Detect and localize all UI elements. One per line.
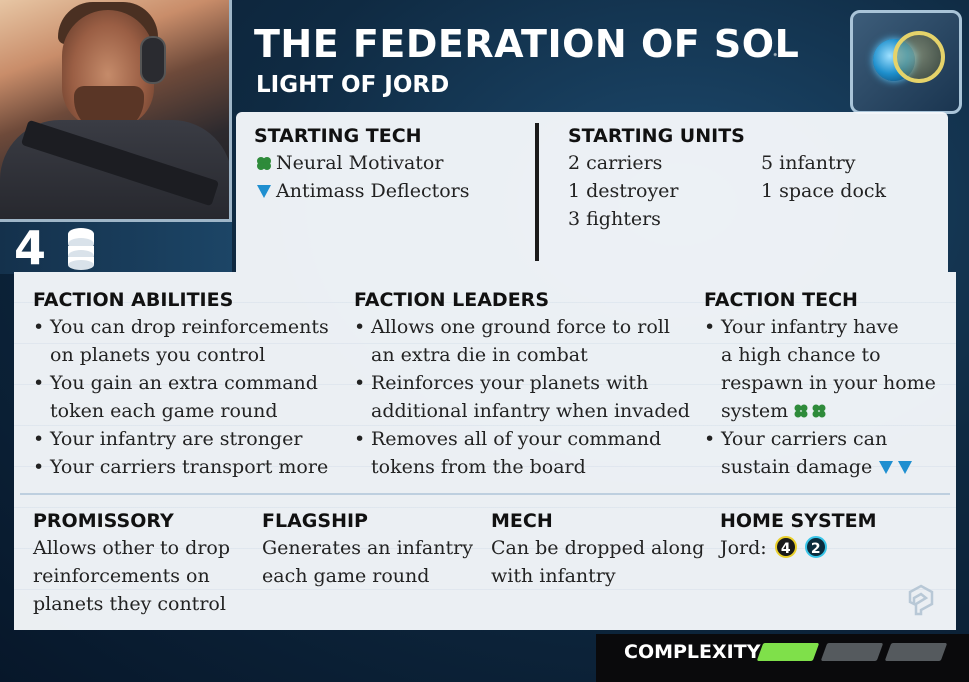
emblem-gold-ring: [893, 31, 945, 83]
home-system-planet: Jord: 4 2: [720, 534, 827, 562]
faction-abilities-heading: FACTION ABILITIES: [33, 289, 234, 311]
biotic-tech-icon: [257, 157, 271, 170]
propulsion-tech-icon: [257, 185, 271, 198]
complexity-pip: [884, 643, 948, 661]
faction-leaders-heading: FACTION LEADERS: [354, 289, 550, 311]
faction-title: THE FEDERATION OF SOL: [254, 22, 800, 66]
leader-line: tokens from the board: [371, 456, 586, 478]
leader-line: an extra die in combat: [371, 344, 588, 366]
promissory-heading: PROMISSORY: [33, 510, 174, 532]
starting-tech-label: Antimass Deflectors: [276, 180, 470, 202]
resource-badge: 4: [774, 536, 797, 558]
resource-stack-icon: [68, 228, 94, 270]
bullet-dot: •: [704, 316, 716, 338]
biotic-tech-icon: [794, 404, 826, 418]
faction-tech-line: sustain damage: [721, 456, 873, 478]
faction-tech-line: system: [721, 400, 789, 422]
mech-line: Can be dropped along: [491, 537, 705, 559]
promissory-line: planets they control: [33, 593, 226, 615]
faction-tech-heading: FACTION TECH: [704, 289, 858, 311]
ability-line: token each game round: [50, 400, 278, 422]
leader-line: Removes all of your command: [371, 428, 662, 450]
cost-value: 4: [14, 221, 47, 275]
unit-item: 3 fighters: [568, 208, 661, 230]
unit-item: 2 carriers: [568, 152, 663, 174]
starting-tech-heading: STARTING TECH: [254, 125, 422, 147]
planet-name: Jord:: [720, 537, 767, 559]
publisher-logo-icon: [908, 584, 934, 616]
bullet-dot: •: [354, 316, 366, 338]
starting-units-heading: STARTING UNITS: [568, 125, 745, 147]
flagship-heading: FLAGSHIP: [262, 510, 368, 532]
leader-line: Allows one ground force to roll: [371, 316, 670, 338]
mech-line: with infantry: [491, 565, 616, 587]
promissory-line: Allows other to drop: [33, 537, 231, 559]
leader-portrait: [0, 0, 232, 222]
starting-tech-item: Antimass Deflectors: [256, 177, 470, 205]
starting-tech-label: Neural Motivator: [276, 152, 444, 174]
complexity-label: COMPLEXITY: [624, 641, 761, 663]
promissory-line: reinforcements on: [33, 565, 210, 587]
faction-emblem-icon: [850, 10, 962, 114]
section-divider: [20, 493, 950, 495]
leader-line: Reinforces your planets with: [371, 372, 649, 394]
bullet-dot: •: [354, 372, 366, 394]
bullet-dot: •: [33, 428, 45, 450]
complexity-pip: [820, 643, 884, 661]
faction-tech-line: respawn in your home: [721, 372, 936, 394]
influence-badge: 2: [804, 536, 827, 558]
faction-tech-line: Your infantry have: [721, 316, 899, 338]
bullet-dot: •: [33, 316, 45, 338]
ability-line: You can drop reinforcements: [50, 316, 329, 338]
bullet-dot: •: [704, 428, 716, 450]
ability-line: You gain an extra command: [50, 372, 318, 394]
leader-line: additional infantry when invaded: [371, 400, 690, 422]
unit-item: 1 destroyer: [568, 180, 679, 202]
faction-subtitle: LIGHT OF JORD: [256, 72, 450, 98]
starting-tech-item: Neural Motivator: [256, 149, 443, 177]
top-divider: [535, 123, 539, 261]
ability-line: Your infantry are stronger: [50, 428, 303, 450]
faction-tech-line-with-icon: sustain damage: [721, 453, 918, 481]
ability-line: on planets you control: [50, 344, 266, 366]
flagship-line: each game round: [262, 565, 430, 587]
complexity-pip: [756, 643, 820, 661]
bullet-dot: •: [33, 456, 45, 478]
flagship-line: Generates an infantry: [262, 537, 473, 559]
propulsion-tech-icon: [879, 461, 913, 474]
faction-tech-line: Your carriers can: [721, 428, 888, 450]
bullet-dot: •: [33, 372, 45, 394]
home-system-heading: HOME SYSTEM: [720, 510, 877, 532]
faction-tech-line: a high chance to: [721, 344, 881, 366]
faction-tech-line-with-icon: system: [721, 397, 832, 425]
unit-item: 5 infantry: [761, 152, 856, 174]
bullet-dot: •: [354, 428, 366, 450]
unit-item: 1 space dock: [761, 180, 887, 202]
ability-line: Your carriers transport more: [50, 456, 329, 478]
mech-heading: MECH: [491, 510, 553, 532]
portrait-headset: [140, 36, 166, 84]
